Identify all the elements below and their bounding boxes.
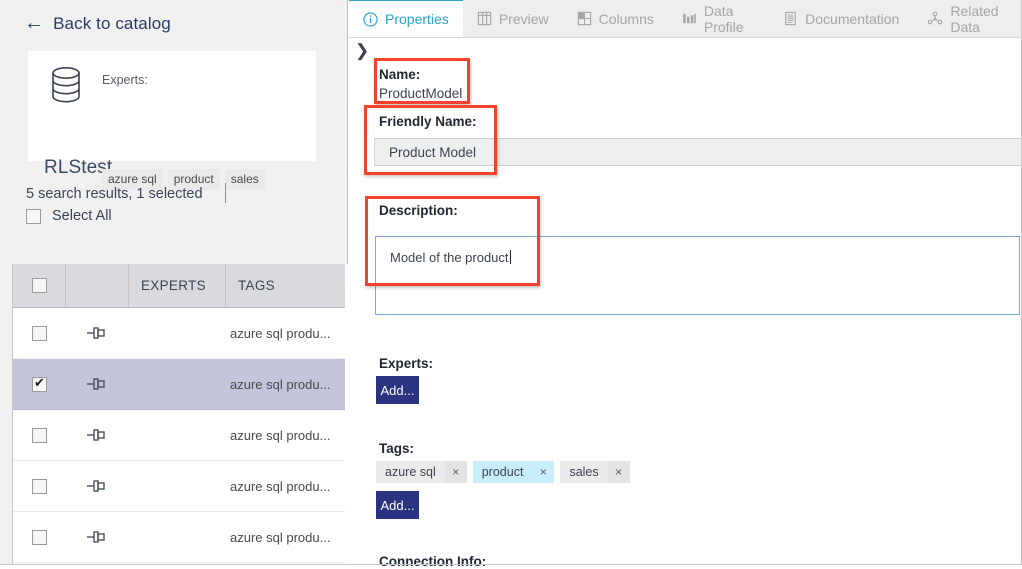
experts-add-button[interactable]: Add... bbox=[376, 376, 419, 404]
row-tags-cell: azure sql produ... bbox=[230, 478, 331, 494]
row-select-cell[interactable] bbox=[13, 325, 66, 341]
grid-header-row: EXPERTS TAGS bbox=[13, 264, 346, 308]
arrow-left-icon: ← bbox=[24, 12, 45, 34]
card-experts-label: Experts: bbox=[102, 73, 148, 87]
grid-row[interactable]: azure sql produ... bbox=[13, 512, 346, 563]
pin-icon bbox=[86, 480, 105, 492]
grid-scrollbar[interactable] bbox=[345, 264, 347, 565]
description-text: Model of the product bbox=[390, 250, 509, 265]
row-tags-cell: azure sql produ... bbox=[230, 376, 331, 392]
tab-data-profile[interactable]: Data Profile bbox=[668, 0, 769, 37]
description-label: Description: bbox=[379, 203, 458, 218]
back-to-catalog-link[interactable]: ← Back to catalog bbox=[24, 12, 171, 34]
grid-row[interactable]: azure sql produ... bbox=[13, 308, 346, 359]
friendly-name-label: Friendly Name: bbox=[379, 114, 477, 129]
remove-tag-icon[interactable]: × bbox=[532, 461, 555, 483]
row-pin-cell[interactable] bbox=[66, 427, 129, 443]
row-checkbox[interactable] bbox=[32, 478, 47, 494]
tag-list: azure sql × product × sales × bbox=[376, 461, 630, 483]
grid-select-all-checkbox[interactable] bbox=[31, 278, 47, 293]
grid-row[interactable]: azure sql produ... bbox=[13, 359, 346, 410]
columns-icon bbox=[577, 11, 592, 26]
bar-chart-icon bbox=[682, 11, 697, 26]
tab-related-data[interactable]: Related Data bbox=[913, 0, 1022, 37]
nodes-icon bbox=[927, 11, 943, 26]
tag-pill[interactable]: azure sql × bbox=[376, 461, 467, 483]
tag-name: azure sql bbox=[376, 461, 445, 483]
tab-properties[interactable]: Properties bbox=[349, 0, 463, 37]
grid-header-tags[interactable]: TAGS bbox=[226, 264, 346, 307]
name-value: ProductModel bbox=[379, 86, 463, 101]
left-sidebar: ← Back to catalog Experts: RLStest azure… bbox=[0, 0, 348, 565]
row-pin-cell[interactable] bbox=[66, 529, 129, 545]
row-select-cell[interactable] bbox=[13, 529, 66, 545]
row-tags-cell: azure sql produ... bbox=[230, 529, 331, 545]
pin-icon bbox=[86, 429, 105, 441]
tab-label: Related Data bbox=[950, 2, 999, 35]
select-all-checkbox[interactable] bbox=[26, 208, 41, 224]
row-checkbox[interactable] bbox=[32, 529, 47, 545]
connection-info-label: Connection Info: bbox=[379, 554, 487, 569]
row-select-cell[interactable] bbox=[13, 427, 66, 443]
pin-icon bbox=[86, 531, 105, 543]
text-caret bbox=[509, 250, 511, 264]
grid-row[interactable]: azure sql produ... bbox=[13, 410, 346, 461]
tags-label: Tags: bbox=[379, 441, 415, 456]
row-select-cell[interactable] bbox=[13, 478, 66, 494]
back-to-catalog-label: Back to catalog bbox=[53, 14, 171, 33]
tab-label: Preview bbox=[498, 10, 549, 27]
details-panel: Properties Preview Columns Data Profile Docu… bbox=[349, 0, 1022, 569]
grid-header-select[interactable] bbox=[13, 264, 66, 307]
tag-pill[interactable]: product × bbox=[472, 461, 555, 483]
tab-label: Data Profile bbox=[703, 2, 744, 35]
tab-columns[interactable]: Columns bbox=[563, 0, 668, 37]
row-select-cell[interactable] bbox=[13, 375, 66, 392]
description-input[interactable]: Model of the product bbox=[375, 236, 1020, 315]
document-icon bbox=[783, 11, 798, 26]
select-all-label: Select All bbox=[52, 208, 112, 224]
tab-label: Documentation bbox=[805, 10, 900, 27]
results-grid: EXPERTS TAGS azure sql produ...azure sql… bbox=[12, 264, 348, 565]
chevron-right-icon[interactable]: ❯ bbox=[355, 41, 375, 61]
grid-header-pin[interactable] bbox=[66, 264, 129, 307]
tab-documentation[interactable]: Documentation bbox=[769, 0, 913, 37]
info-circle-icon bbox=[363, 11, 378, 27]
row-pin-cell[interactable] bbox=[66, 325, 129, 341]
row-checkbox[interactable] bbox=[32, 427, 47, 443]
tag-name: sales bbox=[560, 461, 608, 483]
remove-tag-icon[interactable]: × bbox=[607, 461, 630, 483]
experts-label: Experts: bbox=[379, 356, 434, 371]
tab-label: Columns bbox=[598, 10, 654, 27]
remove-tag-icon[interactable]: × bbox=[444, 461, 467, 483]
grid-header-experts[interactable]: EXPERTS bbox=[129, 264, 226, 307]
row-pin-cell[interactable] bbox=[66, 478, 129, 494]
card-tag: sales bbox=[224, 169, 265, 190]
grid-row[interactable]: azure sql produ... bbox=[13, 461, 346, 512]
row-checkbox[interactable] bbox=[32, 375, 47, 392]
row-tags-cell: azure sql produ... bbox=[230, 427, 331, 443]
divider bbox=[225, 183, 226, 203]
select-all-row[interactable]: Select All bbox=[26, 208, 112, 224]
tag-pill[interactable]: sales × bbox=[560, 461, 630, 483]
database-icon bbox=[52, 67, 80, 103]
tag-name: product bbox=[472, 461, 533, 483]
search-results-count: 5 search results, 1 selected bbox=[26, 186, 203, 202]
tags-add-button[interactable]: Add... bbox=[376, 491, 419, 519]
tab-label: Properties bbox=[385, 11, 449, 27]
grid-body: azure sql produ... azure sql produ... azur… bbox=[13, 308, 348, 563]
row-checkbox[interactable] bbox=[32, 325, 47, 341]
tab-preview[interactable]: Preview bbox=[463, 0, 563, 37]
pin-icon bbox=[86, 327, 105, 339]
name-label: Name: bbox=[379, 67, 421, 82]
row-pin-cell[interactable] bbox=[66, 376, 129, 392]
table-icon bbox=[477, 11, 492, 26]
friendly-name-input[interactable]: Product Model bbox=[374, 138, 1022, 166]
asset-card[interactable]: Experts: RLStest azure sql product sales bbox=[28, 51, 316, 190]
row-tags-cell: azure sql produ... bbox=[230, 325, 331, 341]
tab-bar: Properties Preview Columns Data Profile Docu… bbox=[349, 0, 1022, 38]
pin-icon bbox=[86, 378, 105, 390]
